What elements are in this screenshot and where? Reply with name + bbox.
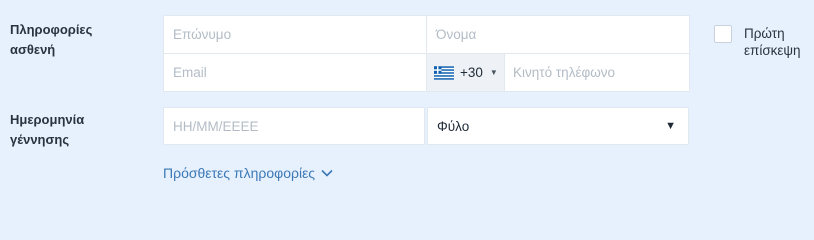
country-code-selector[interactable]: +30 ▼ [427, 54, 505, 91]
first-name-input[interactable]: Όνομα [426, 15, 690, 54]
birth-date-placeholder: HH/MM/EEEE [173, 118, 259, 134]
first-visit-label[interactable]: Πρώτη επίσκεψη [744, 25, 812, 59]
email-input[interactable]: Email [163, 53, 427, 92]
birth-date-input[interactable]: HH/MM/EEEE [163, 107, 425, 145]
patient-info-label-line2: ασθενή [10, 42, 56, 57]
gender-select[interactable]: Φύλο ▼ [427, 107, 689, 145]
caret-down-icon: ▼ [665, 120, 676, 132]
greece-flag-icon [434, 65, 454, 80]
first-name-placeholder: Όνομα [436, 27, 477, 42]
patient-info-label: Πληροφορίες ασθενή [10, 20, 92, 60]
first-visit-checkbox[interactable] [714, 25, 732, 43]
mobile-phone-input[interactable]: Κινητό τηλέφωνο [505, 65, 615, 80]
chevron-down-icon [321, 169, 333, 177]
surname-input[interactable]: Επώνυμο [163, 15, 427, 54]
more-info-label: Πρόσθετες πληροφορίες [163, 165, 316, 181]
first-visit-label-line1: Πρώτη [744, 26, 785, 41]
email-placeholder: Email [173, 65, 207, 80]
gender-value: Φύλο [437, 118, 470, 134]
country-code: +30 [460, 65, 483, 80]
surname-placeholder: Επώνυμο [173, 27, 232, 42]
caret-down-icon: ▼ [489, 68, 498, 77]
more-info-link[interactable]: Πρόσθετες πληροφορίες [163, 165, 333, 181]
birth-date-label-line2: γέννησης [10, 132, 70, 147]
birth-date-label: Ημερομηνία γέννησης [10, 110, 84, 150]
patient-info-label-line1: Πληροφορίες [10, 22, 93, 37]
phone-field: +30 ▼ Κινητό τηλέφωνο [426, 53, 690, 92]
first-visit-label-line2: επίσκεψη [744, 43, 801, 58]
mobile-phone-placeholder: Κινητό τηλέφωνο [513, 65, 616, 80]
birth-date-label-line1: Ημερομηνία [10, 112, 85, 127]
